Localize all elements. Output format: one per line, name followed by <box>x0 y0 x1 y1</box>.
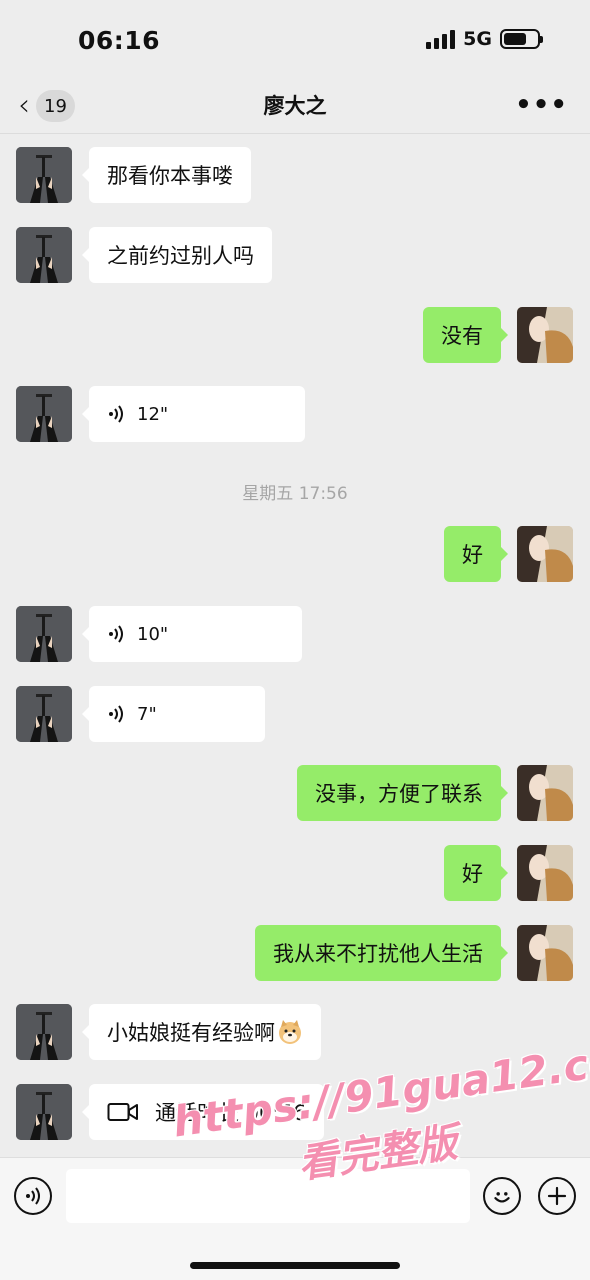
battery-icon <box>500 29 543 49</box>
network-label: 5G <box>463 28 492 50</box>
doge-emoji-icon <box>279 1020 301 1044</box>
message-bubble-in[interactable]: 小姑娘挺有经验啊 <box>82 1004 321 1060</box>
contact-avatar[interactable] <box>16 686 72 742</box>
voice-message[interactable]: 10" <box>82 606 302 662</box>
my-avatar[interactable] <box>517 526 573 582</box>
contact-avatar[interactable] <box>16 386 72 442</box>
emoji-button[interactable] <box>483 1177 521 1215</box>
chat-title: 廖大之 <box>263 94 327 118</box>
voice-message[interactable]: 12" <box>82 386 305 442</box>
message-input[interactable] <box>66 1169 470 1223</box>
signal-icon <box>426 29 456 49</box>
home-indicator[interactable] <box>190 1262 400 1269</box>
status-time: 06:16 <box>78 26 161 55</box>
my-avatar[interactable] <box>517 765 573 821</box>
time-divider: 星期五 17:56 <box>242 484 348 504</box>
voice-duration: 12" <box>137 403 169 425</box>
contact-avatar[interactable] <box>16 147 72 203</box>
voice-wave-icon <box>26 1187 40 1205</box>
voice-wave-icon <box>109 625 123 643</box>
chat-header: ‹ 19 廖大之 ••• <box>0 80 590 134</box>
message-bubble-out[interactable]: 没有 <box>423 307 508 363</box>
contact-avatar[interactable] <box>16 227 72 283</box>
contact-avatar[interactable] <box>16 1004 72 1060</box>
status-icons: 5G <box>426 28 543 50</box>
message-text: 没事，方便了联系 <box>315 782 483 806</box>
message-text: 那看你本事喽 <box>107 164 233 188</box>
call-record-message[interactable]: 通话时长 00:56 <box>81 1084 325 1140</box>
video-call-icon <box>107 1103 138 1121</box>
call-duration-text: 通话时长 00:56 <box>155 1101 307 1125</box>
plus-icon <box>547 1186 567 1206</box>
voice-wave-icon <box>109 405 123 423</box>
more-functions-button[interactable] <box>538 1177 576 1215</box>
my-avatar[interactable] <box>517 307 573 363</box>
contact-avatar[interactable] <box>16 606 72 662</box>
voice-input-button[interactable] <box>14 1177 52 1215</box>
smile-icon <box>494 1192 510 1203</box>
message-text: 好 <box>462 543 483 567</box>
more-options-button[interactable]: ••• <box>515 92 568 118</box>
message-text: 之前约过别人吗 <box>107 244 254 268</box>
message-bubble-out[interactable]: 没事，方便了联系 <box>297 765 508 821</box>
voice-duration: 10" <box>137 623 169 645</box>
message-bubble-in[interactable]: 那看你本事喽 <box>82 147 251 203</box>
message-bubble-in[interactable]: 之前约过别人吗 <box>82 227 272 283</box>
voice-duration: 7" <box>137 703 157 725</box>
my-avatar[interactable] <box>517 845 573 901</box>
message-text: 没有 <box>441 324 483 348</box>
message-text: 小姑娘挺有经验啊 <box>107 1021 275 1045</box>
contact-avatar[interactable] <box>16 1084 72 1140</box>
message-bubble-out[interactable]: 好 <box>444 845 508 901</box>
voice-wave-icon <box>109 705 123 723</box>
message-bubble-out[interactable]: 我从来不打扰他人生活 <box>255 925 508 981</box>
message-text: 好 <box>462 862 483 886</box>
status-bar: 06:16 5G <box>0 0 590 80</box>
my-avatar[interactable] <box>517 925 573 981</box>
message-bubble-out[interactable]: 好 <box>444 526 508 582</box>
message-text: 我从来不打扰他人生活 <box>273 942 483 966</box>
voice-message[interactable]: 7" <box>82 686 265 742</box>
